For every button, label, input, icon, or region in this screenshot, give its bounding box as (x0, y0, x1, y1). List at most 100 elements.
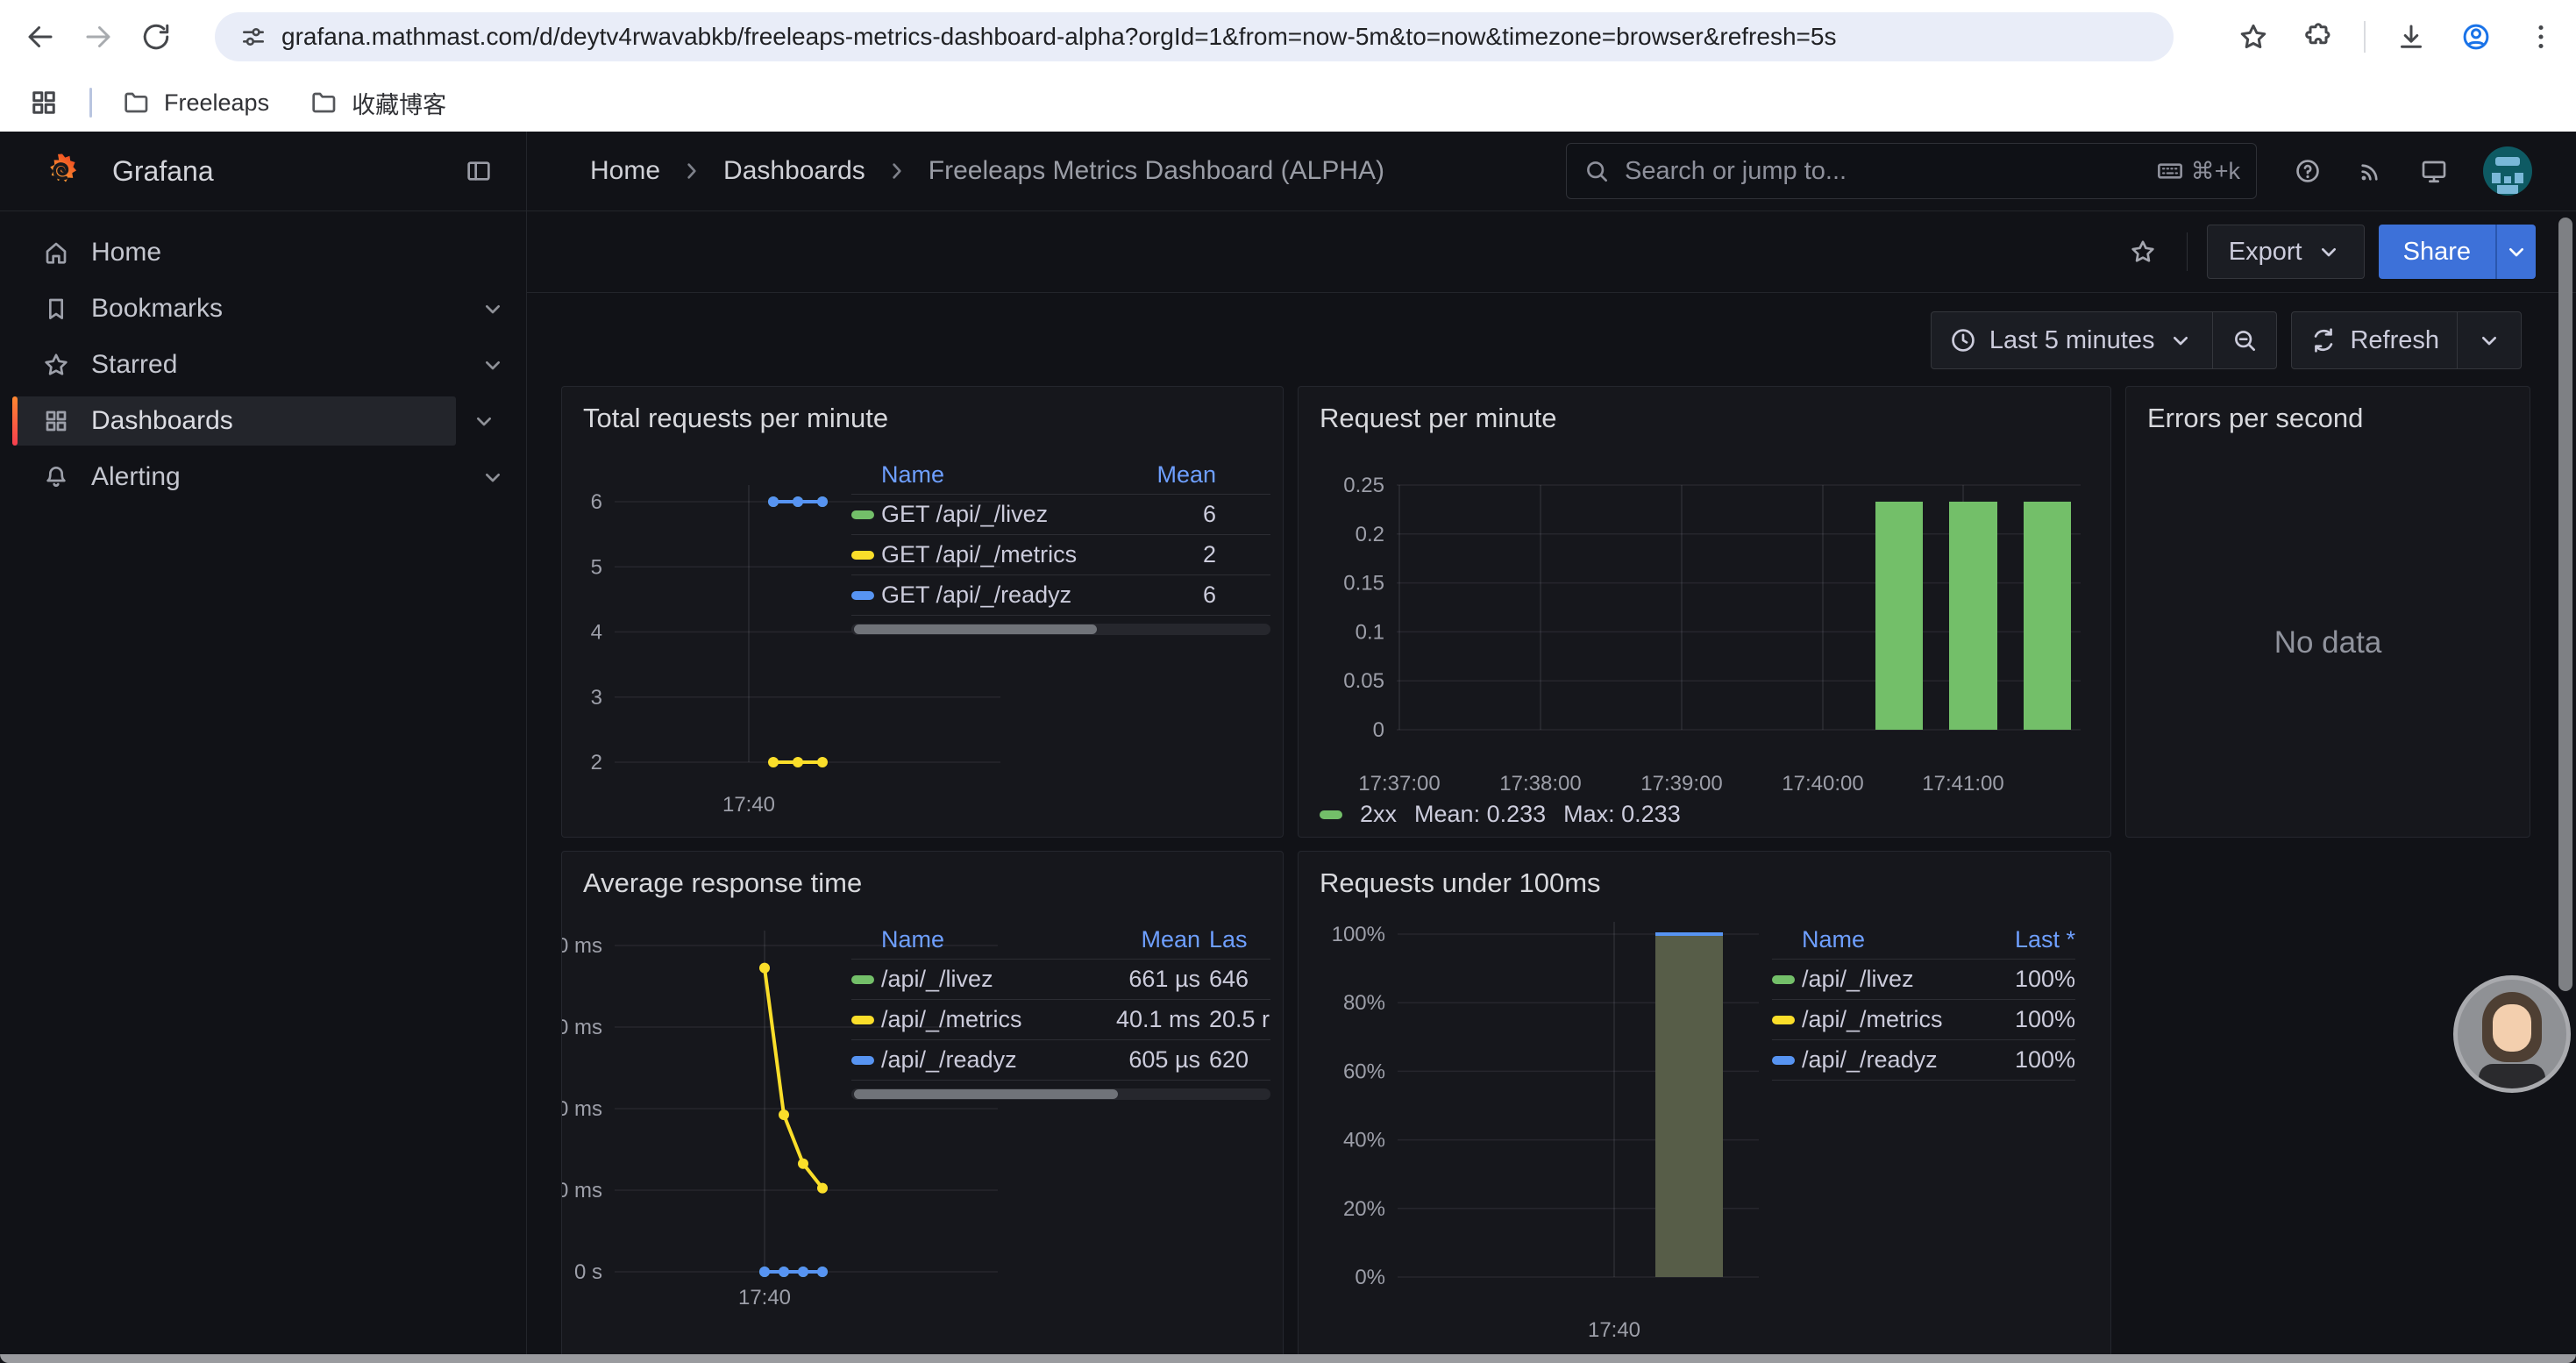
bookmark-folder-freeleaps[interactable]: Freeleaps (122, 89, 269, 117)
search-box[interactable]: ⌘+k (1566, 143, 2257, 199)
sidebar-item-dashboards[interactable]: Dashboards (12, 396, 456, 446)
series-name[interactable]: 2xx (1360, 801, 1397, 828)
svg-text:80 ms: 80 ms (562, 934, 602, 958)
legend-row[interactable]: /api/_/metrics40.1 ms20.5 r (851, 1000, 1270, 1040)
panel-title[interactable]: Errors per second (2147, 403, 2363, 434)
browser-actions (2234, 0, 2560, 74)
series-value: 605 µs (1069, 1046, 1200, 1074)
legend-header[interactable]: NameMean (851, 455, 1270, 495)
share-menu-button[interactable] (2495, 225, 2536, 279)
refresh-label: Refresh (2350, 326, 2439, 355)
legend-table[interactable]: NameMeanLas/api/_/livez661 µs646/api/_/m… (851, 920, 1270, 1100)
legend-scrollbar-thumb[interactable] (854, 1089, 1118, 1099)
legend-row[interactable]: /api/_/metrics100% (1772, 1000, 2075, 1040)
page-scrollbar[interactable] (2558, 218, 2572, 991)
legend-table[interactable]: NameMeanGET /api/_/livez6GET /api/_/metr… (851, 455, 1270, 635)
sidebar-item-bookmarks[interactable]: Bookmarks (12, 284, 514, 333)
svg-text:20 ms: 20 ms (562, 1179, 602, 1202)
legend-row[interactable]: /api/_/livez661 µs646 (851, 960, 1270, 1000)
zoom-out-icon (2231, 326, 2259, 354)
forward-button[interactable] (79, 18, 117, 56)
zoom-out-button[interactable] (2213, 312, 2276, 368)
url-bar[interactable] (215, 12, 2174, 61)
legend-inline[interactable]: 2xx Mean: 0.233 Max: 0.233 (1320, 801, 1681, 828)
sidebar-item-label: Dashboards (91, 406, 233, 436)
series-swatch (851, 1056, 874, 1065)
url-input[interactable] (280, 22, 2156, 52)
series-name[interactable]: GET /api/_/livez (881, 501, 1132, 528)
legend-row[interactable]: GET /api/_/readyz6 (851, 575, 1270, 616)
forward-icon (82, 21, 114, 53)
sidebar-toggle-icon[interactable] (465, 157, 493, 185)
series-name[interactable]: /api/_/readyz (881, 1046, 1069, 1074)
chevron-down-icon[interactable] (470, 407, 493, 435)
kiosk-monitor-icon[interactable] (2420, 157, 2448, 185)
series-name[interactable]: /api/_/readyz (1802, 1046, 1979, 1074)
svg-text:5: 5 (591, 555, 602, 579)
svg-text:17:40: 17:40 (722, 793, 775, 817)
home-icon (42, 239, 65, 267)
reload-button[interactable] (137, 18, 175, 56)
chevron-down-icon[interactable] (479, 463, 502, 491)
sidebar-item-home[interactable]: Home (12, 228, 514, 277)
legend-scrollbar[interactable] (851, 1088, 1270, 1100)
bookmark-folder-blogs[interactable]: 收藏博客 (310, 86, 446, 120)
legend-row[interactable]: GET /api/_/metrics2 (851, 535, 1270, 575)
grafana-logo[interactable] (42, 151, 82, 191)
series-name[interactable]: /api/_/livez (881, 966, 1069, 993)
bookmark-star-button[interactable] (2234, 18, 2273, 56)
legend-row[interactable]: /api/_/readyz605 µs620 (851, 1040, 1270, 1081)
refresh-button[interactable]: Refresh (2292, 312, 2457, 368)
legend-row[interactable]: /api/_/readyz100% (1772, 1040, 2075, 1081)
chevron-down-icon[interactable] (479, 295, 502, 323)
series-name[interactable]: GET /api/_/metrics (881, 541, 1132, 568)
legend-scrollbar[interactable] (851, 624, 1270, 635)
share-label: Share (2403, 238, 2471, 267)
legend-scrollbar-thumb[interactable] (854, 624, 1097, 634)
legend-table[interactable]: NameLast */api/_/livez100%/api/_/metrics… (1772, 920, 2075, 1081)
keyboard-icon (2156, 157, 2184, 185)
news-rss-icon[interactable] (2357, 157, 2385, 185)
breadcrumb-home[interactable]: Home (590, 156, 660, 186)
sidebar-item-label: Bookmarks (91, 294, 223, 324)
legend-row[interactable]: GET /api/_/livez6 (851, 495, 1270, 535)
apps-button[interactable] (25, 83, 63, 122)
svg-text:80%: 80% (1343, 991, 1385, 1015)
chevron-down-icon (2475, 326, 2503, 354)
assistant-avatar-overlay[interactable] (2453, 975, 2571, 1093)
panel-avg-response-time: Average response time 80 ms60 ms40 ms20 … (561, 851, 1284, 1363)
favorite-dashboard-button[interactable] (2118, 227, 2167, 276)
series-swatch (851, 551, 874, 560)
user-avatar[interactable] (2483, 146, 2532, 196)
chevron-down-icon[interactable] (479, 351, 502, 379)
legend-header[interactable]: NameMeanLas (851, 920, 1270, 960)
sidebar-item-starred[interactable]: Starred (12, 340, 514, 389)
refresh-interval-button[interactable] (2458, 312, 2521, 368)
search-icon (1583, 157, 1611, 185)
series-value: 100% (1979, 1046, 2075, 1074)
series-name[interactable]: /api/_/livez (1802, 966, 1979, 993)
browser-menu-button[interactable] (2522, 18, 2560, 56)
extensions-button[interactable] (2299, 18, 2338, 56)
help-icon[interactable] (2294, 157, 2322, 185)
person-circle-icon (2460, 21, 2492, 53)
share-button[interactable]: Share (2379, 225, 2495, 279)
back-button[interactable] (21, 18, 60, 56)
time-range-button[interactable]: Last 5 minutes (1932, 312, 2213, 368)
series-name[interactable]: /api/_/metrics (1802, 1006, 1979, 1033)
downloads-button[interactable] (2392, 18, 2430, 56)
legend-header[interactable]: NameLast * (1772, 920, 2075, 960)
breadcrumb-current: Freeleaps Metrics Dashboard (ALPHA) (929, 156, 1384, 186)
svg-text:20%: 20% (1343, 1197, 1385, 1221)
series-name[interactable]: /api/_/metrics (881, 1006, 1069, 1033)
series-name[interactable]: GET /api/_/readyz (881, 582, 1132, 609)
search-input[interactable] (1623, 156, 2156, 187)
profile-button[interactable] (2457, 18, 2495, 56)
svg-text:17:37:00: 17:37:00 (1358, 772, 1440, 796)
sidebar-item-alerting[interactable]: Alerting (12, 453, 514, 502)
breadcrumb-dashboards[interactable]: Dashboards (723, 156, 865, 186)
site-settings-icon[interactable] (239, 23, 267, 51)
legend-row[interactable]: /api/_/livez100% (1772, 960, 2075, 1000)
export-button[interactable]: Export (2207, 225, 2365, 279)
clock-icon (1949, 326, 1977, 354)
